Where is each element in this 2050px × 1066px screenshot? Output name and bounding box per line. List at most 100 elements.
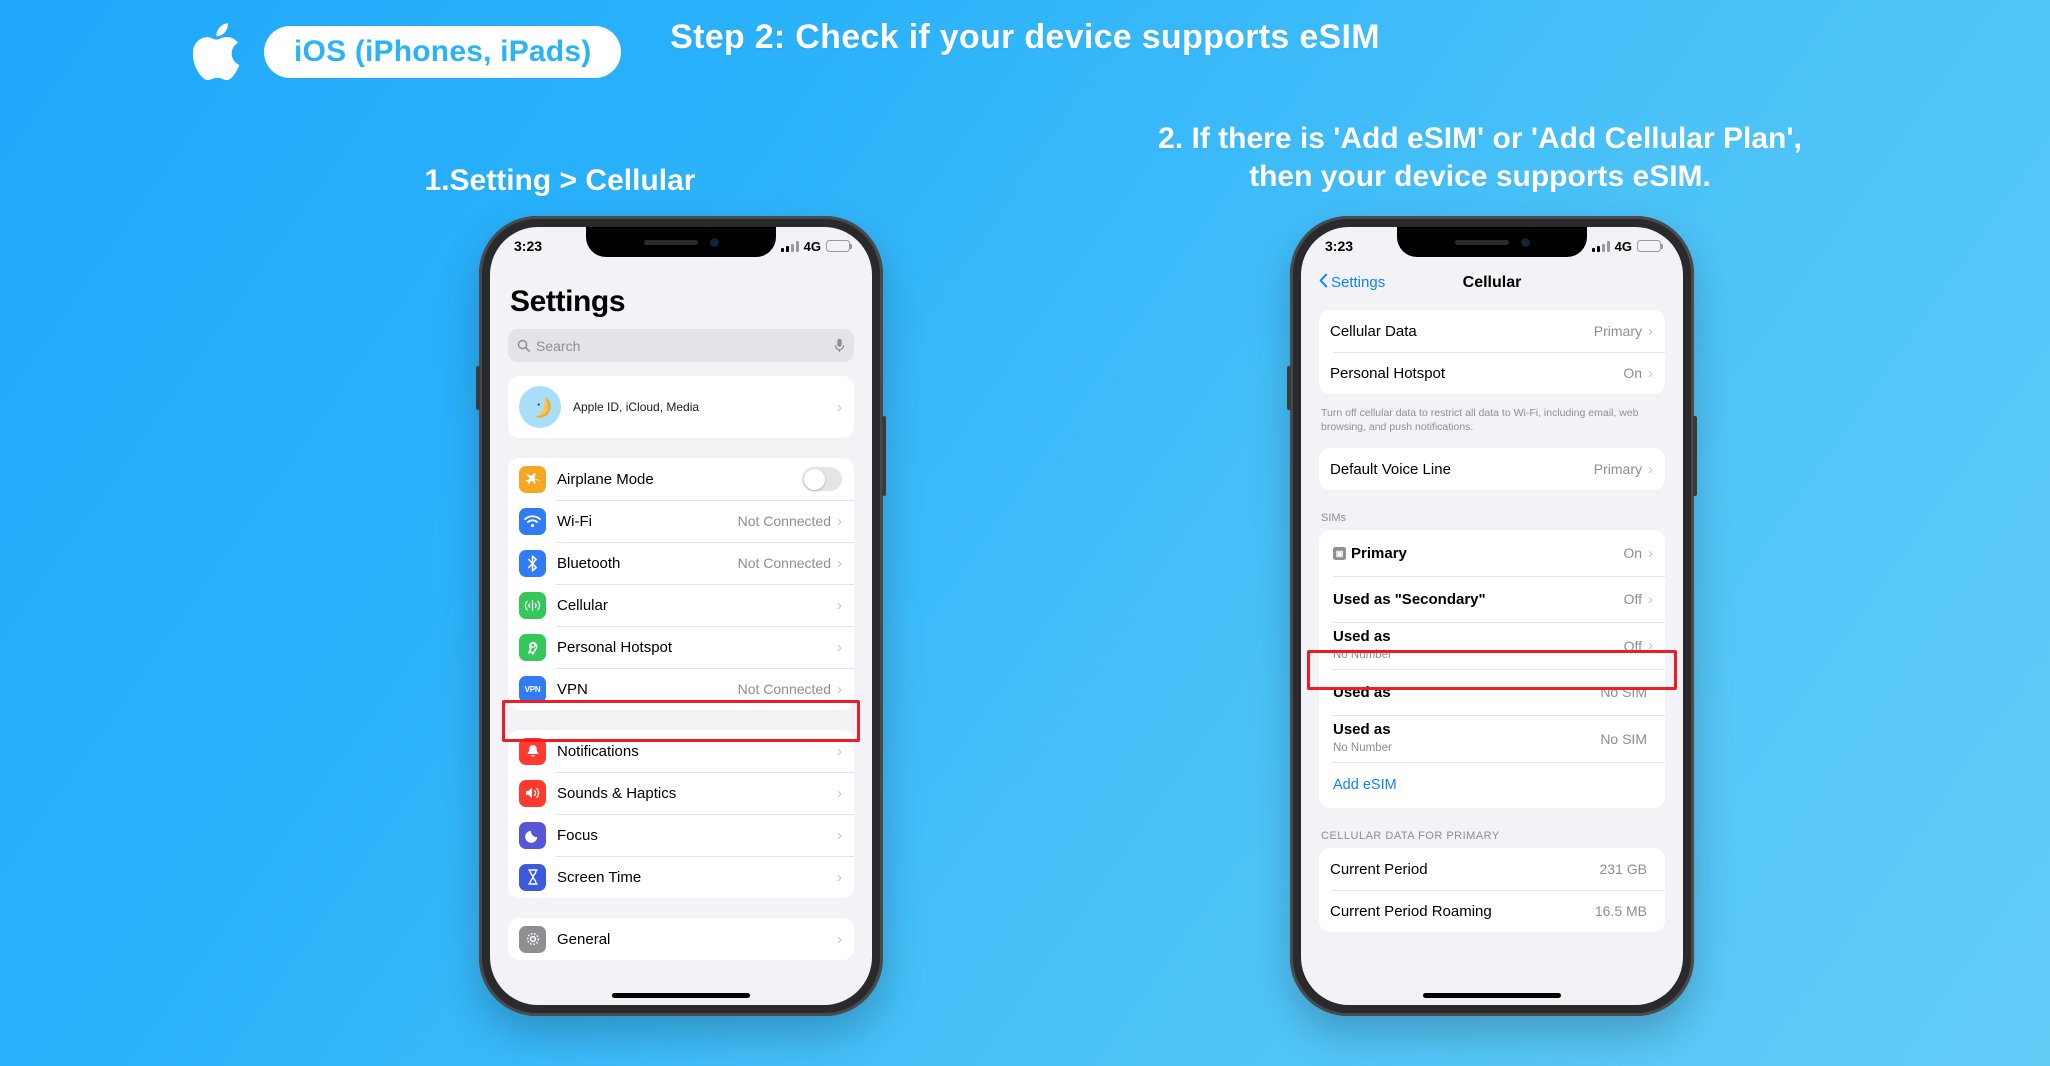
sim-title: Primary [1351,544,1407,562]
cellular-data-group: Cellular Data Primary › Personal Hotspot… [1319,310,1665,394]
sim-text: Used as No Number [1333,628,1624,663]
settings-row-bluetooth[interactable]: Bluetooth Not Connected › [508,542,854,584]
row-default-voice-line[interactable]: Default Voice Line Primary › [1319,448,1665,490]
settings-row-wifi[interactable]: Wi-Fi Not Connected › [508,500,854,542]
signal-bars-icon [1591,241,1610,252]
chevron-right-icon: › [837,930,842,948]
settings-row-sounds-haptics[interactable]: Sounds & Haptics › [508,772,854,814]
settings-row-airplane-mode[interactable]: Airplane Mode [508,458,854,500]
sim-text: Used as [1333,684,1600,701]
apple-id-row[interactable]: Apple ID, iCloud, Media › [508,376,854,438]
settings-row-cellular[interactable]: Cellular › [508,584,854,626]
row-value: Not Connected [737,681,831,697]
row-label: Notifications [557,742,639,760]
chevron-right-icon: › [1648,460,1653,478]
earpiece-speaker-icon [643,239,698,245]
sim-title-wrap: ▣ Primary [1333,545,1623,562]
microphone-icon[interactable] [834,338,845,353]
add-esim-label: Add eSIM [1333,777,1397,794]
moon-icon [519,821,546,849]
earpiece-speaker-icon [1454,239,1509,245]
sim-subtitle: No Number [1333,649,1392,662]
settings-row-general[interactable]: General › [508,918,854,960]
chevron-right-icon: › [837,868,842,886]
caption-left: 1.Setting > Cellular [424,164,696,197]
airplane-icon [519,465,546,493]
sim-value: No SIM [1600,684,1647,701]
connectivity-group: Airplane Mode Wi-Fi Not Connected › Blue… [508,458,854,710]
apple-id-group: Apple ID, iCloud, Media › [508,376,854,438]
caption-right: 2. If there is 'Add eSIM' or 'Add Cellul… [1080,120,1880,195]
row-label: Current Period [1330,860,1428,878]
chevron-right-icon: › [1648,590,1653,608]
cellular-scroll-area[interactable]: Settings Cellular Cellular Data Primary … [1301,261,1683,1005]
voice-line-group: Default Voice Line Primary › [1319,448,1665,491]
row-value: Not Connected [737,555,831,571]
sim-row-3[interactable]: Used as No Number Off › [1319,622,1665,669]
bell-icon [519,737,546,765]
notch [1397,227,1587,257]
row-label: Current Period Roaming [1330,902,1492,920]
home-indicator [612,993,750,998]
chevron-right-icon: › [837,554,842,572]
search-input[interactable]: Search [508,329,854,362]
chevron-right-icon: › [1648,364,1653,382]
sim-card-badge-icon: ▣ [1333,546,1346,560]
sim-title: Used as [1333,683,1391,701]
settings-row-focus[interactable]: Focus › [508,814,854,856]
settings-row-screen-time[interactable]: Screen Time › [508,856,854,898]
sim-title: Used as [1333,721,1391,739]
row-value: 231 GB [1599,861,1647,878]
chevron-right-icon: › [1648,322,1653,340]
settings-scroll-area[interactable]: Settings Search Apple ID, iCloud, Media … [490,261,872,1005]
network-type-label: 4G [1614,239,1632,254]
row-label: General [557,930,611,948]
row-label: Personal Hotspot [557,638,673,656]
row-label: Sounds & Haptics [557,784,677,802]
sim-value: Off [1623,637,1642,654]
airplane-mode-toggle[interactable] [802,467,842,491]
caption-right-line1: 2. If there is 'Add eSIM' or 'Add Cellul… [1158,122,1802,155]
front-camera-icon [709,237,719,247]
settings-row-personal-hotspot[interactable]: Personal Hotspot › [508,626,854,668]
sim-row-secondary[interactable]: Used as "Secondary" Off › [1319,576,1665,622]
sim-row-4[interactable]: Used as No SIM [1319,669,1665,715]
row-value: 16.5 MB [1594,903,1647,920]
network-type-label: 4G [803,239,821,254]
sim-value: Off [1623,591,1642,608]
chevron-right-icon: › [837,680,842,698]
row-personal-hotspot[interactable]: Personal Hotspot On › [1319,352,1665,394]
settings-row-notifications[interactable]: Notifications › [508,730,854,772]
sim-subtitle: No Number [1333,742,1392,755]
chevron-right-icon: › [1648,637,1653,655]
sim-text: ▣ Primary [1333,545,1623,562]
notch [586,227,776,257]
sim-title: Used as "Secondary" [1333,590,1486,608]
row-current-period: Current Period 231 GB [1319,848,1665,890]
status-indicators: 4G [780,239,853,254]
sims-section-header: SIMs [1321,512,1347,525]
settings-row-vpn[interactable]: VPN VPN Not Connected › [508,668,854,710]
phone-mockup-settings: 3:23 4G Settings Search Apple ID, iCloud… [476,216,886,1016]
sim-row-primary[interactable]: ▣ Primary On › [1319,530,1665,576]
sim-row-5[interactable]: Used as No Number No SIM [1319,715,1665,762]
cellular-data-section-header: CELLULAR DATA FOR PRIMARY [1321,830,1500,843]
apple-id-subtitle: Apple ID, iCloud, Media [573,400,700,414]
status-indicators: 4G [1591,239,1664,254]
back-button[interactable]: Settings [1319,273,1385,292]
status-time: 3:23 [1325,238,1354,254]
row-label: Wi-Fi [557,512,592,530]
page-header: iOS (iPhones, iPads) Step 2: Check if yo… [0,0,2050,100]
row-label: Cellular Data [1330,322,1417,340]
crescent-moon-avatar-icon [519,386,561,428]
row-value: On [1623,365,1642,381]
add-esim-row[interactable]: Add eSIM [1319,762,1665,808]
row-label: Default Voice Line [1330,460,1451,478]
row-label: VPN [557,680,588,698]
sim-title: Used as [1333,628,1391,646]
hotspot-icon [519,633,546,661]
chevron-right-icon: › [837,398,842,416]
row-cellular-data[interactable]: Cellular Data Primary › [1319,310,1665,352]
usage-group: Current Period 231 GB Current Period Roa… [1319,848,1665,933]
sims-group: ▣ Primary On › Used as "Secondary" Off › [1319,530,1665,809]
